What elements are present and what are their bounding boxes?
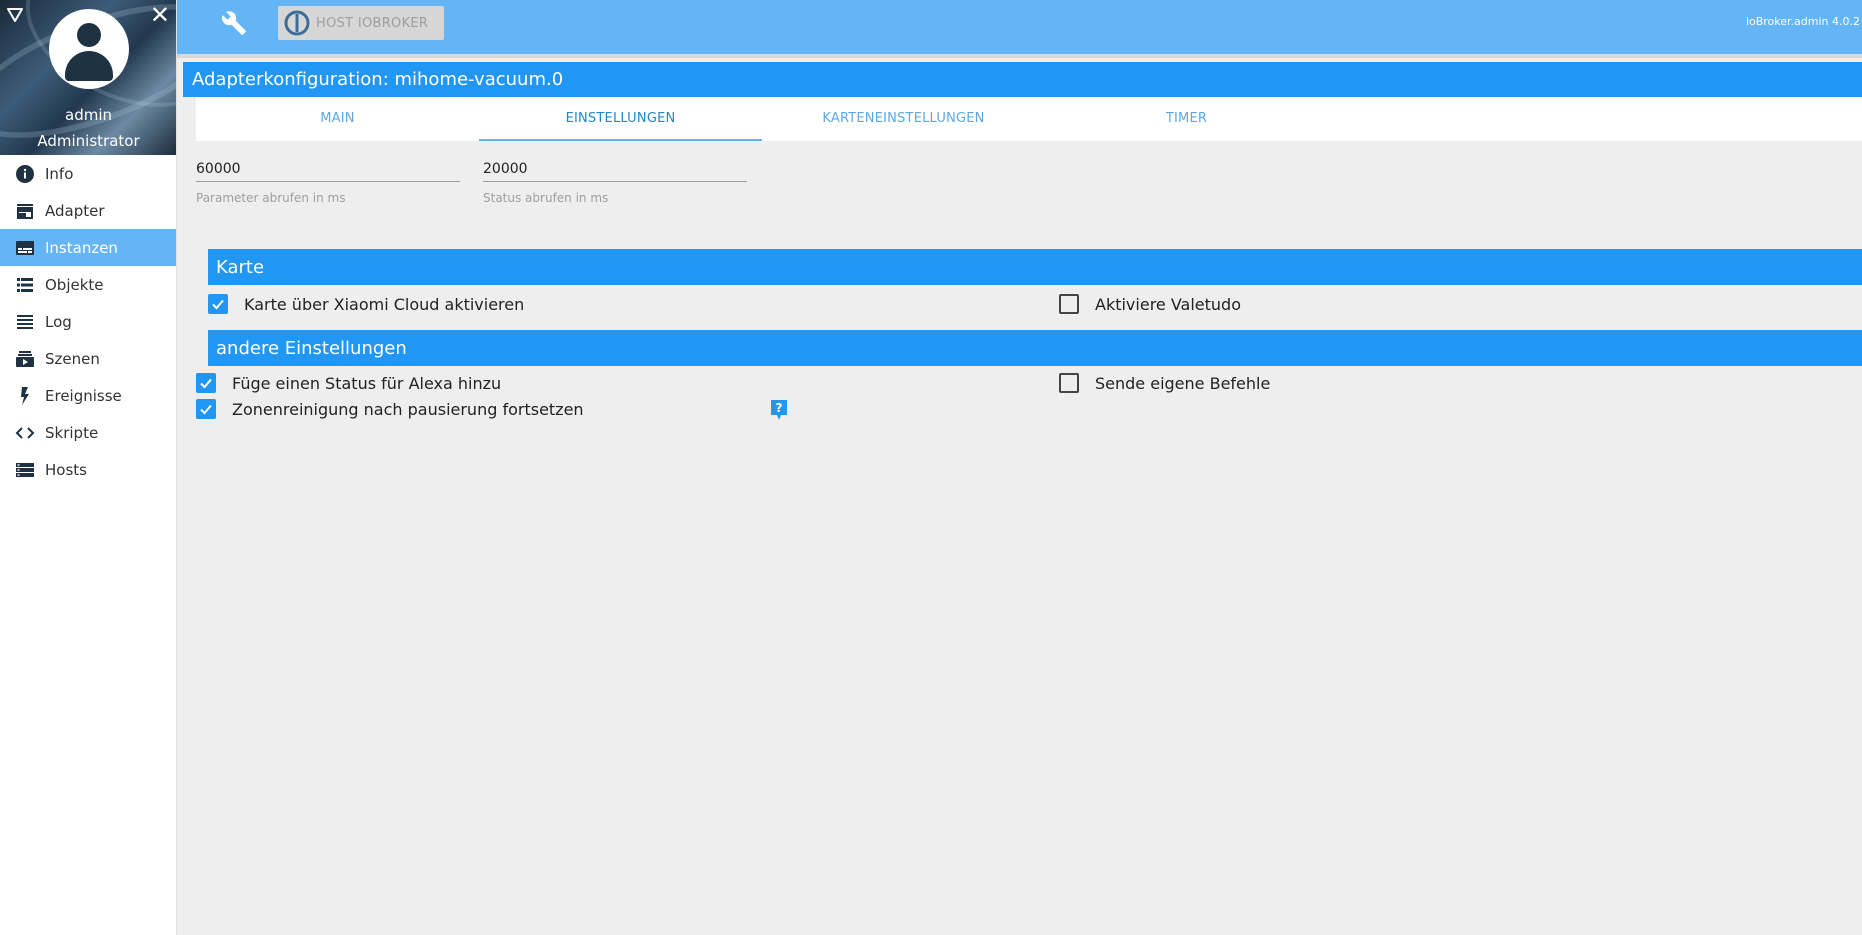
status-interval-label: Status abrufen in ms — [483, 191, 609, 205]
option-own-commands[interactable]: Sende eigene Befehle — [1059, 373, 1270, 393]
section-header-karte: Karte — [208, 249, 1862, 285]
sidebar-item-szenen[interactable]: Szenen — [0, 340, 176, 377]
lines-icon — [15, 312, 35, 332]
sidebar-item-label: Szenen — [45, 349, 100, 368]
parameter-interval-label: Parameter abrufen in ms — [196, 191, 346, 205]
status-interval-field: 20000 Status abrufen in ms — [483, 156, 747, 205]
sidebar-item-ereignisse[interactable]: Ereignisse — [0, 377, 176, 414]
sidebar-item-skripte[interactable]: Skripte — [0, 414, 176, 451]
sidebar-item-label: Skripte — [45, 423, 99, 442]
sidebar-item-label: Info — [45, 164, 74, 183]
status-interval-input[interactable]: 20000 — [483, 156, 747, 182]
flash-icon — [15, 386, 35, 406]
sidebar-item-log[interactable]: Log — [0, 303, 176, 340]
user-profile-header: ✕ admin Administrator — [0, 0, 176, 155]
store-icon — [15, 201, 35, 221]
checkbox-unchecked-icon[interactable] — [1059, 294, 1079, 314]
sidebar-item-hosts[interactable]: Hosts — [0, 451, 176, 488]
sidebar-item-label: Objekte — [45, 275, 104, 294]
checkbox-checked-icon[interactable] — [208, 294, 228, 314]
tab-timer[interactable]: TIMER — [1045, 97, 1328, 141]
close-icon[interactable]: ✕ — [150, 2, 170, 28]
version-label: ioBroker.admin 4.0.2 — [1745, 15, 1860, 28]
host-button-label: HOST IOBROKER — [316, 15, 429, 31]
slideshow-icon — [15, 349, 35, 369]
nav-menu: Info Adapter Instanzen Objekte Log Szene… — [0, 155, 176, 488]
parameter-interval-field: 60000 Parameter abrufen in ms — [196, 156, 460, 205]
tab-main[interactable]: MAIN — [196, 97, 479, 141]
svg-text:?: ? — [776, 401, 783, 415]
user-name: admin — [65, 106, 112, 124]
sidebar-item-adapter[interactable]: Adapter — [0, 192, 176, 229]
user-role: Administrator — [37, 132, 140, 150]
sidebar-item-info[interactable]: Info — [0, 155, 176, 192]
parameter-interval-input[interactable]: 60000 — [196, 156, 460, 182]
checkbox-unchecked-icon[interactable] — [1059, 373, 1079, 393]
iobroker-logo-icon — [284, 10, 310, 36]
option-label: Karte über Xiaomi Cloud aktivieren — [244, 294, 525, 314]
topbar-divider — [177, 54, 1862, 58]
wrench-icon[interactable] — [221, 10, 247, 36]
section-header-andere-einstellungen: andere Einstellungen — [208, 330, 1862, 366]
list-icon — [15, 275, 35, 295]
checkbox-checked-icon[interactable] — [196, 399, 216, 419]
sidebar-item-objekte[interactable]: Objekte — [0, 266, 176, 303]
code-icon — [15, 423, 35, 443]
host-selector-button[interactable]: HOST IOBROKER — [278, 6, 444, 40]
subtitles-icon — [15, 238, 35, 258]
main-content: Adapterkonfiguration: mihome-vacuum.0 MA… — [183, 62, 1862, 420]
option-label: Zonenreinigung nach pausierung fortsetze… — [232, 399, 584, 419]
avatar — [49, 9, 129, 89]
option-label: Aktiviere Valetudo — [1095, 294, 1241, 314]
option-resume-zone-cleaning[interactable]: Zonenreinigung nach pausierung fortsetze… — [196, 399, 584, 419]
info-icon — [15, 164, 35, 184]
sidebar-item-label: Log — [45, 312, 72, 331]
help-icon[interactable]: ? — [770, 399, 788, 421]
sidebar-item-label: Instanzen — [45, 238, 118, 257]
sidebar: ✕ admin Administrator Info Adapter Insta… — [0, 0, 177, 935]
sidebar-item-label: Ereignisse — [45, 386, 122, 405]
option-alexa-status[interactable]: Füge einen Status für Alexa hinzu — [196, 373, 501, 393]
sidebar-item-label: Hosts — [45, 460, 87, 479]
page-title: Adapterkonfiguration: mihome-vacuum.0 — [183, 62, 1862, 97]
top-bar: HOST IOBROKER ioBroker.admin 4.0.2 — [177, 0, 1862, 54]
option-label: Füge einen Status für Alexa hinzu — [232, 373, 502, 393]
tab-karteneinstellungen[interactable]: KARTENEINSTELLUNGEN — [762, 97, 1045, 141]
tab-bar: MAIN EINSTELLUNGEN KARTENEINSTELLUNGEN T… — [196, 97, 1862, 141]
sidebar-item-instanzen[interactable]: Instanzen — [0, 229, 176, 266]
menu-toggle-icon[interactable] — [6, 6, 24, 24]
sidebar-item-label: Adapter — [45, 201, 105, 220]
option-xiaomi-cloud-map[interactable]: Karte über Xiaomi Cloud aktivieren — [208, 294, 524, 314]
option-label: Sende eigene Befehle — [1095, 373, 1271, 393]
option-valetudo[interactable]: Aktiviere Valetudo — [1059, 294, 1241, 314]
tab-einstellungen[interactable]: EINSTELLUNGEN — [479, 97, 762, 141]
checkbox-checked-icon[interactable] — [196, 373, 216, 393]
storage-icon — [15, 460, 35, 480]
